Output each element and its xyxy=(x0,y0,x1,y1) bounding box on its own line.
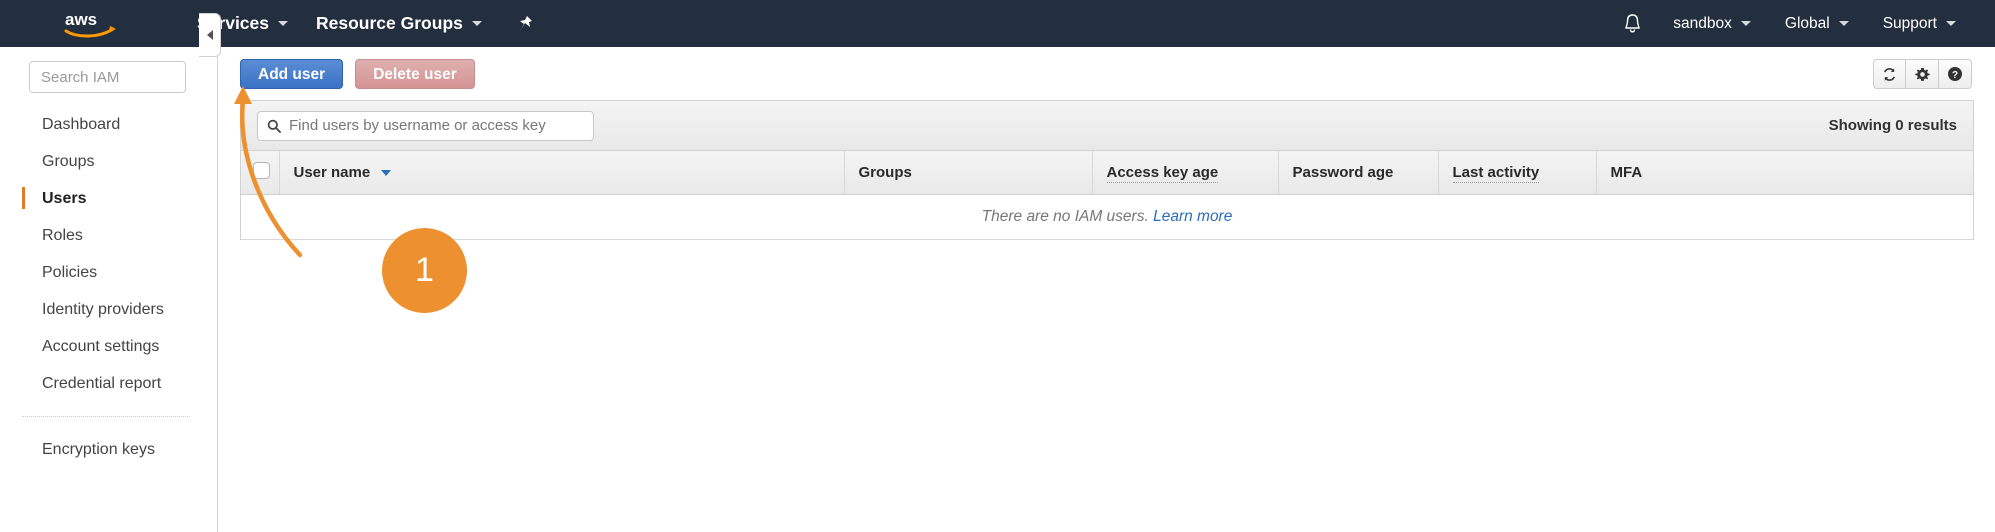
nav-support-label: Support xyxy=(1882,14,1937,32)
svg-text:?: ? xyxy=(1952,70,1958,81)
nav-account-label: sandbox xyxy=(1673,14,1732,32)
users-panel: Showing 0 results User name xyxy=(240,100,1974,240)
find-users-wrapper xyxy=(257,110,594,141)
nav-region-label: Global xyxy=(1784,14,1830,32)
sidebar-item-encryption-keys[interactable]: Encryption keys xyxy=(0,431,218,468)
column-header-label: Groups xyxy=(858,163,912,181)
column-header-label: Last activity xyxy=(1452,163,1540,183)
main-content: Add user Delete user ? Find users by use… xyxy=(219,47,1995,532)
search-iam-input[interactable] xyxy=(29,61,186,93)
sort-descending-icon xyxy=(381,169,392,176)
sidebar-item-account-settings[interactable]: Account settings xyxy=(0,328,218,365)
sidebar-item-label: Users xyxy=(42,189,87,207)
annotation-step-badge: 1 xyxy=(382,228,467,313)
chevron-down-icon xyxy=(471,21,482,26)
sidebar-item-roles[interactable]: Roles xyxy=(0,217,218,254)
nav-account-menu[interactable]: sandbox xyxy=(1656,0,1768,47)
chevron-down-icon xyxy=(1946,21,1956,26)
sidebar-item-label: Groups xyxy=(42,152,95,170)
sidebar-item-label: Policies xyxy=(42,263,98,281)
chevron-down-icon xyxy=(278,21,289,26)
column-header-label: Access key age xyxy=(1106,163,1219,183)
sidebar-item-users[interactable]: Users xyxy=(0,180,218,217)
column-header-last-activity[interactable]: Last activity xyxy=(1438,151,1597,195)
svg-text:aws: aws xyxy=(65,10,97,29)
results-count-label: Showing 0 results xyxy=(1828,117,1957,134)
sidebar-item-identity-providers[interactable]: Identity providers xyxy=(0,291,218,328)
column-header-label: MFA xyxy=(1610,163,1643,181)
toolbar-icon-group: ? xyxy=(1873,59,1972,89)
column-header-groups[interactable]: Groups xyxy=(844,151,1093,195)
column-header-password-age[interactable]: Password age xyxy=(1278,151,1439,195)
sidebar-item-credential-report[interactable]: Credential report xyxy=(0,365,218,402)
users-table-header-row: User name Groups Access key age Password… xyxy=(241,151,1973,195)
add-user-button[interactable]: Add user xyxy=(240,59,344,89)
column-header-label: Password age xyxy=(1292,163,1394,181)
column-header-mfa[interactable]: MFA xyxy=(1596,151,1973,195)
top-nav-right-group: sandbox Global Support xyxy=(1609,0,1995,47)
sidebar-item-label: Encryption keys xyxy=(42,440,155,458)
chevron-left-icon xyxy=(206,30,213,40)
pin-icon[interactable] xyxy=(518,15,534,33)
top-navigation-bar: aws Services Resource Groups sandbox Glo… xyxy=(0,0,1995,47)
learn-more-link[interactable]: Learn more xyxy=(1153,208,1232,225)
sidebar-item-label: Credential report xyxy=(42,374,162,392)
empty-state-cell: There are no IAM users. Learn more xyxy=(241,194,1973,240)
annotation-step-number: 1 xyxy=(415,251,434,289)
sidebar-item-label: Account settings xyxy=(42,337,160,355)
sidebar-item-label: Identity providers xyxy=(42,300,164,318)
refresh-icon[interactable] xyxy=(1873,59,1906,89)
select-all-checkbox[interactable] xyxy=(253,161,270,179)
find-users-input[interactable] xyxy=(257,110,594,141)
sidebar-collapse-button[interactable] xyxy=(199,13,221,57)
nav-region-menu[interactable]: Global xyxy=(1768,0,1866,47)
empty-state-row: There are no IAM users. Learn more xyxy=(241,194,1973,240)
bell-icon[interactable] xyxy=(1609,13,1656,34)
column-header-access-key-age[interactable]: Access key age xyxy=(1092,151,1279,195)
chevron-down-icon xyxy=(1740,21,1751,26)
users-table-body: There are no IAM users. Learn more xyxy=(241,194,1973,240)
sidebar-item-dashboard[interactable]: Dashboard xyxy=(0,106,218,143)
chevron-down-icon xyxy=(1838,21,1849,26)
gear-icon[interactable] xyxy=(1906,59,1939,89)
nav-resource-groups[interactable]: Resource Groups xyxy=(302,0,496,47)
sidebar-item-policies[interactable]: Policies xyxy=(0,254,218,291)
nav-resource-groups-label: Resource Groups xyxy=(316,13,463,33)
empty-state-message: There are no IAM users. xyxy=(981,207,1149,225)
column-header-user-name[interactable]: User name xyxy=(279,151,845,195)
sidebar-item-groups[interactable]: Groups xyxy=(0,143,218,180)
users-panel-header: Showing 0 results xyxy=(241,101,1973,151)
nav-support-menu[interactable]: Support xyxy=(1866,0,1973,47)
sidebar-item-label: Roles xyxy=(42,226,83,244)
aws-logo[interactable]: aws xyxy=(63,9,125,39)
users-toolbar: Add user Delete user ? xyxy=(219,47,1995,100)
users-table: User name Groups Access key age Password… xyxy=(241,151,1973,240)
select-all-header xyxy=(241,151,280,195)
sidebar-nav-list: Dashboard Groups Users Roles Policies Id… xyxy=(0,106,218,468)
column-header-label: User name xyxy=(293,163,371,181)
iam-sidebar: Dashboard Groups Users Roles Policies Id… xyxy=(0,47,218,532)
sidebar-item-label: Dashboard xyxy=(42,115,121,133)
help-icon[interactable]: ? xyxy=(1939,59,1972,89)
sidebar-divider xyxy=(22,416,190,417)
delete-user-button[interactable]: Delete user xyxy=(355,59,475,89)
